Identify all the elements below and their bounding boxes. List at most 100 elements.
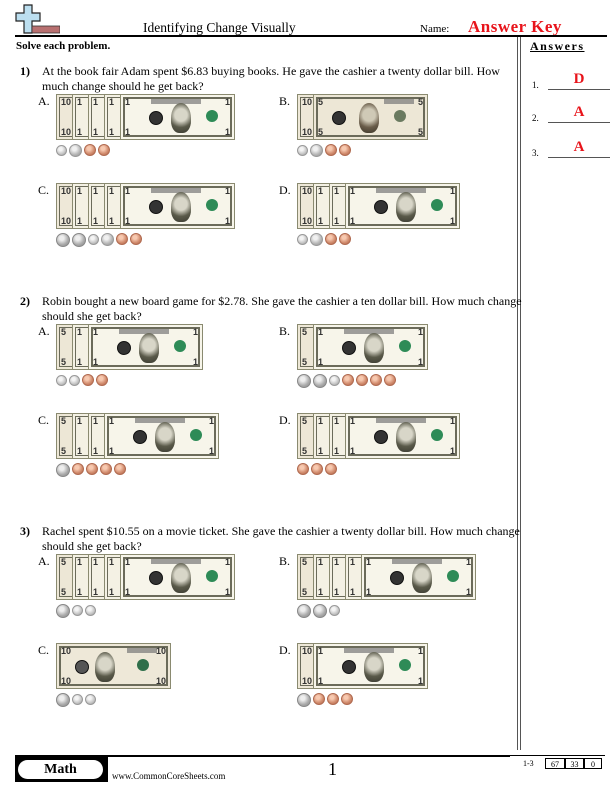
coin-row xyxy=(297,233,351,247)
bill-stack: 10 10 1 1 1 1 1 1 1 1 1 1 xyxy=(56,94,235,140)
penny-coin-icon xyxy=(114,463,126,475)
site-url: www.CommonCoreSheets.com xyxy=(112,771,226,781)
one-dollar-bill: 1111 xyxy=(313,324,428,370)
quarter-coin-icon xyxy=(56,463,70,477)
name-value: Answer Key xyxy=(468,17,562,36)
penny-coin-icon xyxy=(96,374,108,386)
score-box: 67 xyxy=(545,758,565,769)
bill-stack: 10 10 1 1 1 1 1 1 1 1 1 1 xyxy=(56,183,235,229)
portrait-icon xyxy=(139,333,159,363)
coin-row xyxy=(56,144,110,158)
one-dollar-bill: 1111 xyxy=(120,183,235,229)
choice-letter: D. xyxy=(279,643,291,657)
question-number: 1) xyxy=(20,64,30,78)
dime-coin-icon xyxy=(69,375,80,386)
question-text: At the book fair Adam spent $6.83 buying… xyxy=(42,64,500,93)
quarter-coin-icon xyxy=(56,233,70,247)
nickel-coin-icon xyxy=(101,233,114,246)
choice-letter: B. xyxy=(279,94,291,108)
penny-coin-icon xyxy=(100,463,112,475)
answer-row-3: 3. A xyxy=(530,139,610,160)
one-dollar-bill: 1111 xyxy=(313,643,428,689)
dime-coin-icon xyxy=(85,694,96,705)
bill-stack: 55111111 xyxy=(56,324,203,370)
penny-coin-icon xyxy=(370,374,382,386)
penny-coin-icon xyxy=(72,463,84,475)
question-text: Rachel spent $10.55 on a movie ticket. S… xyxy=(42,524,520,553)
score-range: 1-3 xyxy=(523,759,534,768)
bill-stack: 10 10 5 5 5 5 xyxy=(297,94,428,140)
penny-coin-icon xyxy=(313,693,325,705)
coin-row xyxy=(56,233,142,247)
bill-stack: 10 10 1 1 1 1 1 1 1 1 xyxy=(297,183,460,229)
penny-coin-icon xyxy=(356,374,368,386)
bill-stack: 5511111111 xyxy=(56,413,219,459)
bill-stack: 5511111111 xyxy=(297,413,460,459)
instructions: Solve each problem. xyxy=(16,40,111,52)
penny-coin-icon xyxy=(297,463,309,475)
choice-letter: C. xyxy=(38,183,50,197)
dime-coin-icon xyxy=(88,234,99,245)
choice-letter: B. xyxy=(279,324,291,338)
answer-row-2: 2. A xyxy=(530,104,610,125)
penny-coin-icon xyxy=(84,144,96,156)
answer-number: 3. xyxy=(532,148,539,158)
choice-letter: A. xyxy=(38,324,50,338)
answer-value: A xyxy=(573,104,585,120)
penny-coin-icon xyxy=(325,463,337,475)
answers-title: Answers xyxy=(530,39,585,53)
dime-coin-icon xyxy=(329,375,340,386)
coin-row xyxy=(297,463,337,477)
one-dollar-bill: 1111 xyxy=(88,324,203,370)
dime-coin-icon xyxy=(72,694,83,705)
quarter-coin-icon xyxy=(297,693,311,707)
coin-row xyxy=(297,144,351,158)
score-box: 0 xyxy=(584,758,602,769)
coin-row xyxy=(56,374,108,388)
page-number: 1 xyxy=(328,759,337,779)
question-number: 2) xyxy=(20,294,30,308)
quarter-coin-icon xyxy=(56,604,70,618)
nickel-coin-icon xyxy=(69,144,82,157)
nickel-coin-icon xyxy=(310,233,323,246)
penny-coin-icon xyxy=(339,233,351,245)
one-dollar-bill: 1111 xyxy=(345,183,460,229)
answer-value: D xyxy=(573,71,585,87)
bill-stack: 10 10 1 1 1 1 xyxy=(297,643,428,689)
dime-coin-icon xyxy=(297,145,308,156)
answer-row-1: 1. D xyxy=(530,71,610,92)
dime-coin-icon xyxy=(72,605,83,616)
portrait-icon xyxy=(95,652,115,682)
penny-coin-icon xyxy=(341,693,353,705)
coin-row xyxy=(56,693,96,707)
worksheet-title: Identifying Change Visually xyxy=(143,20,296,35)
five-dollar-bill: 5555 xyxy=(313,94,428,140)
choice-letter: C. xyxy=(38,643,50,657)
quarter-coin-icon xyxy=(313,374,327,388)
dime-coin-icon xyxy=(56,145,67,156)
question-text: Robin bought a new board game for $2.78.… xyxy=(42,294,522,323)
name-label: Name: xyxy=(420,23,450,35)
answer-line xyxy=(548,157,610,158)
penny-coin-icon xyxy=(325,233,337,245)
score-box: 33 xyxy=(565,758,584,769)
answer-number: 1. xyxy=(532,80,539,90)
question-number: 3) xyxy=(20,524,30,538)
answer-number: 2. xyxy=(532,113,539,123)
quarter-coin-icon xyxy=(297,604,311,618)
quarter-coin-icon xyxy=(72,233,86,247)
header-divider xyxy=(15,35,607,37)
answers-divider xyxy=(520,37,521,750)
one-dollar-bill: 1111 xyxy=(104,413,219,459)
choice-letter: A. xyxy=(38,94,50,108)
portrait-icon xyxy=(364,652,384,682)
portrait-icon xyxy=(155,422,175,452)
choice-letter: A. xyxy=(38,554,50,568)
bill-stack: 551111111111 xyxy=(56,554,235,600)
penny-coin-icon xyxy=(86,463,98,475)
answers-divider xyxy=(517,37,518,750)
bill-stack: 551111111111 xyxy=(297,554,476,600)
portrait-icon xyxy=(364,333,384,363)
nickel-coin-icon xyxy=(310,144,323,157)
coin-row xyxy=(297,604,340,618)
